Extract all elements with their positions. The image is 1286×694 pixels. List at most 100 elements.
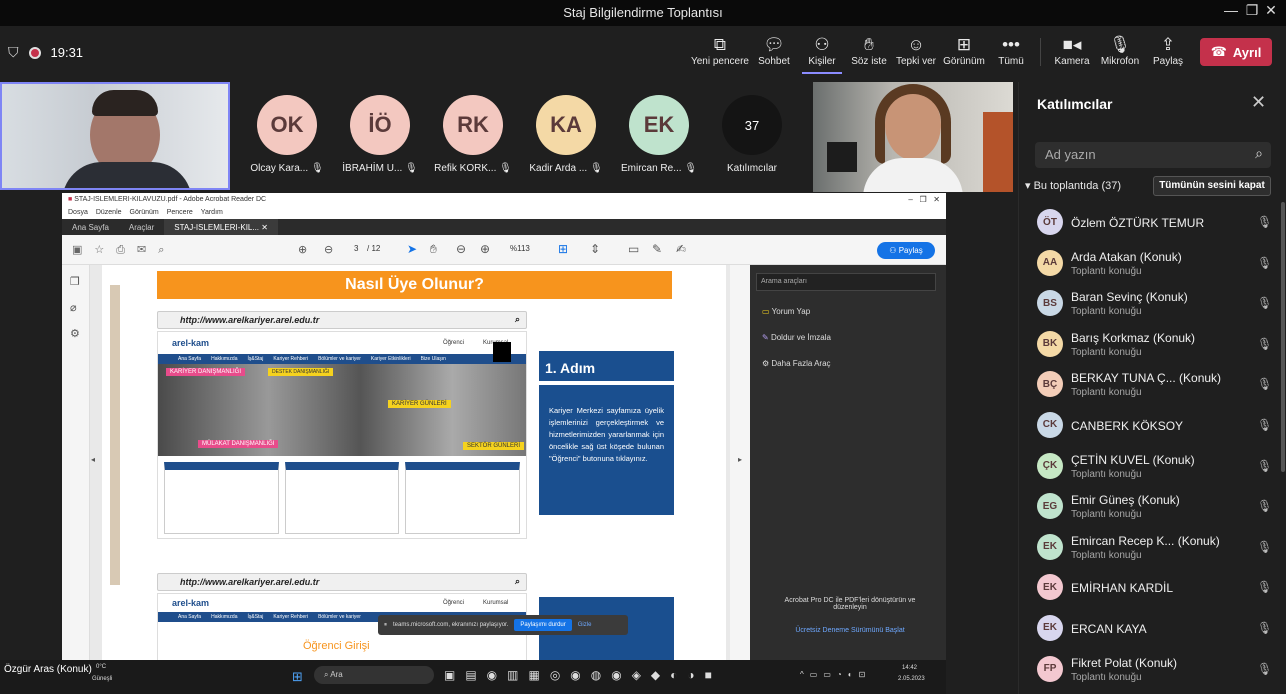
sign-icon[interactable]: ✍ (676, 242, 686, 256)
avatar: FP (1037, 655, 1063, 682)
site-card (405, 462, 521, 534)
page-total: / 12 (367, 244, 381, 253)
participant-tile[interactable]: İÖ İBRAHİM U... 🎙︎ (335, 95, 425, 174)
acrobat-trial-link[interactable]: Ücretsiz Deneme Sürümünü Başlat (780, 627, 920, 634)
hand-icon[interactable]: ✋︎ (430, 242, 437, 257)
taskbar-search[interactable]: ⌕ Ara (314, 666, 434, 684)
list-item[interactable]: EK ERCAN KAYA 🎙︎ (1019, 609, 1286, 650)
mic-off-icon: 🎙︎ (1257, 499, 1273, 514)
attachment-icon[interactable]: ⌀ (70, 301, 77, 314)
menu-item[interactable]: Dosya (68, 209, 88, 217)
menu-item[interactable]: Pencere (167, 209, 193, 217)
close-icon[interactable]: ✕ (1251, 92, 1266, 113)
mic-off-icon: 🎙︎ (684, 163, 698, 174)
taskbar-app-icons[interactable]: ▣▤◉▥▦◎◉◍◉◈◆◐◑■ (444, 668, 722, 682)
list-item[interactable]: BÇ BERKAY TUNA Ç... (Konuk) Toplantı kon… (1019, 365, 1286, 406)
pages-icon[interactable]: ❐ (70, 275, 80, 288)
accessibility-icon[interactable]: ⚙ (70, 327, 80, 340)
tool-fill-sign[interactable]: ✎ Doldur ve İmzala (762, 333, 831, 342)
sign-icon: ✎ (762, 333, 769, 342)
tab-home[interactable]: Ana Sayfa (62, 219, 119, 235)
raise-hand-button[interactable]: ✋︎ Söz iste (849, 34, 889, 74)
list-item[interactable]: CK CANBERK KÖKSOY 🎙︎ (1019, 406, 1286, 447)
avatar: RK (443, 95, 503, 155)
participant-tile[interactable]: OK Olcay Kara... 🎙︎ (242, 95, 332, 174)
view-button[interactable]: ⊞ Görünüm (942, 34, 986, 74)
people-button[interactable]: ⚇ Kişiler (802, 34, 842, 74)
collapse-right-icon[interactable]: ▸ (738, 455, 742, 464)
scrollbar[interactable] (1281, 202, 1285, 472)
menu-item[interactable]: Düzenle (96, 209, 122, 217)
windows-start-icon[interactable]: ⊞ (292, 669, 303, 685)
hide-button[interactable]: Gizle (578, 622, 592, 628)
pdf-page[interactable]: Nasıl Üye Olunur? http://www.arelkariyer… (102, 265, 726, 660)
step-title: 1. Adım (539, 351, 674, 385)
mic-off-icon: 🎙︎ (1257, 215, 1273, 229)
system-tray-icons[interactable]: ^▭▭◔◐⊡ (800, 670, 871, 679)
leave-button[interactable]: ☎ Ayrıl (1200, 38, 1272, 66)
url-bar: http://www.arelkariyer.arel.edu.tr ⌕ (157, 311, 527, 329)
shared-screen[interactable]: ■ STAJ-ISLEMLERI-KILAVUZU.pdf - Adobe Ac… (62, 193, 946, 660)
camera-button[interactable]: ■◂ Kamera (1052, 34, 1092, 74)
participant-video[interactable] (813, 82, 1013, 192)
chat-button[interactable]: 💬︎ Sohbet (754, 34, 794, 74)
participant-tile[interactable]: RK Refik KORK... 🎙︎ (428, 95, 518, 174)
list-item[interactable]: ÖT Özlem ÖZTÜRK TEMUR 🎙︎ (1019, 203, 1286, 244)
avatar: EK (629, 95, 689, 155)
file-tools-icons[interactable]: ▣☆⎙✉⌕ (72, 243, 176, 257)
screen-share-bar: ⏸ teams.microsoft.com, ekranınızı paylaş… (378, 615, 628, 635)
meeting-toolbar: ⛉ 19:31 ⧉ Yeni pencere 💬︎ Sohbet ⚇ Kişil… (0, 26, 1286, 80)
mic-off-icon: 🎙︎ (1109, 35, 1131, 54)
stop-sharing-button[interactable]: Paylaşımı durdur (514, 619, 572, 631)
overflow-tile[interactable]: 37 Katılımcılar (707, 95, 797, 174)
participant-tile[interactable]: KA Kadir Arda ... 🎙︎ (521, 95, 611, 174)
list-item[interactable]: EG Emir Güneş (Konuk) Toplantı konuğu 🎙︎ (1019, 487, 1286, 528)
close-icon[interactable]: ✕ (261, 223, 268, 232)
scroll-mode-icon[interactable]: ⇕ (590, 242, 600, 256)
list-item[interactable]: EK EMİRHAN KARDİL 🎙︎ (1019, 568, 1286, 609)
tool-more[interactable]: ⚙ Daha Fazla Araç (762, 359, 831, 368)
list-item[interactable]: ÇK ÇETİN KUVEL (Konuk) Toplantı konuğu 🎙… (1019, 447, 1286, 488)
presenter-video[interactable] (0, 82, 230, 190)
list-item[interactable]: AA Arda Atakan (Konuk) Toplantı konuğu 🎙… (1019, 244, 1286, 285)
zoom-level[interactable]: %113 (510, 244, 530, 253)
list-item[interactable]: FP Fikret Polat (Konuk) Toplantı konuğu … (1019, 650, 1286, 691)
mic-off-icon: 🎙︎ (1257, 417, 1273, 432)
tools-search[interactable]: Arama araçları (756, 273, 936, 291)
popout-button[interactable]: ⧉ Yeni pencere (690, 34, 750, 74)
tool-comment[interactable]: ▭ Yorum Yap (762, 307, 810, 316)
tab-document[interactable]: STAJ-ISLEMLERI-KIL... ✕ (164, 219, 278, 235)
more-button[interactable]: ••• Tümü (994, 34, 1028, 74)
tab-tools[interactable]: Araçlar (119, 219, 164, 235)
person-add-icon: ⚇ (889, 246, 897, 255)
menu-item[interactable]: Görünüm (130, 209, 159, 217)
list-item[interactable]: EK Emircan Recep K... (Konuk) Toplantı k… (1019, 528, 1286, 569)
menu-item[interactable]: Yardım (201, 209, 223, 217)
recording-icon (28, 46, 41, 59)
site-navbar: Ana Sayfa Hakkımızda İş&Staj Kariyer Reh… (158, 354, 526, 364)
react-button[interactable]: ☺ Tepki ver (895, 34, 937, 74)
mic-off-icon: 🎙︎ (1257, 336, 1273, 351)
page-up-icon[interactable]: ⊕ (298, 243, 307, 256)
participants-section[interactable]: ▾ Bu toplantıda (37) (1025, 179, 1121, 192)
share-button[interactable]: ⇪ Paylaş (1150, 34, 1186, 74)
pen-icon[interactable]: ✎ (652, 242, 662, 256)
mic-button[interactable]: 🎙︎ Mikrofon (1097, 34, 1143, 74)
list-item[interactable]: BS Baran Sevinç (Konuk) Toplantı konuğu … (1019, 284, 1286, 325)
participant-search-input[interactable]: Ad yazın ⌕ (1035, 142, 1271, 168)
close-window-icon[interactable]: ✕ (1256, 2, 1286, 19)
zoom-out-icon[interactable]: ⊖ (456, 242, 466, 256)
mute-all-button[interactable]: Tümünün sesini kapat (1153, 176, 1271, 196)
fit-page-icon[interactable]: ⊞ (558, 242, 568, 256)
acrobat-share-button[interactable]: ⚇ Paylaş (877, 242, 935, 259)
list-item[interactable]: BK Barış Korkmaz (Konuk) Toplantı konuğu… (1019, 325, 1286, 366)
page-down-icon[interactable]: ⊖ (324, 243, 333, 256)
comment-icon[interactable]: ▭ (628, 242, 639, 256)
participant-tile[interactable]: EK Emircan Re... 🎙︎ (614, 95, 704, 174)
select-cursor-icon[interactable]: ➤ (407, 242, 417, 256)
avatar: CK (1037, 411, 1063, 438)
page-number[interactable]: 3 (354, 244, 358, 253)
collapse-left-icon[interactable]: ◂ (91, 455, 95, 464)
search-icon: ⌕ (1255, 145, 1263, 161)
zoom-in-icon[interactable]: ⊕ (480, 242, 490, 256)
